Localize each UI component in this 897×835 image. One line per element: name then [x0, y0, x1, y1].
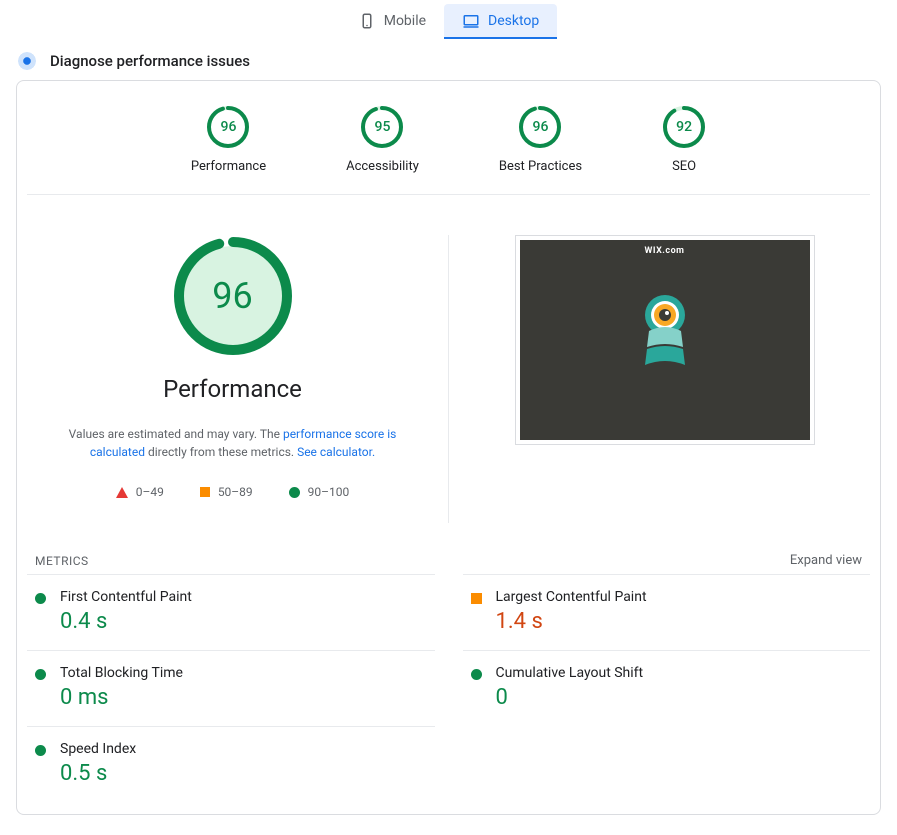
status-dot	[471, 593, 482, 604]
metric-tbt[interactable]: Total Blocking Time 0 ms	[27, 650, 435, 726]
expand-view-button[interactable]: Expand view	[790, 553, 862, 568]
gauge-seo: 92	[662, 105, 706, 149]
legend-average: 50–89	[200, 485, 253, 499]
score-summary-row: 96 Performance 95 Accessibility 96 Best …	[27, 81, 870, 195]
diagnose-title: Diagnose performance issues	[50, 52, 250, 70]
performance-description: Values are estimated and may vary. The p…	[53, 425, 413, 461]
score-performance[interactable]: 96 Performance	[191, 105, 266, 174]
pulse-icon	[18, 52, 36, 70]
legend-good: 90–100	[289, 485, 350, 499]
performance-title: Performance	[37, 375, 428, 403]
performance-detail: 96 Performance Values are estimated and …	[17, 195, 880, 543]
status-dot	[35, 593, 46, 604]
score-best-practices[interactable]: 96 Best Practices	[499, 105, 582, 174]
device-tabs: Mobile Desktop	[0, 0, 897, 38]
tab-mobile-label: Mobile	[384, 13, 426, 29]
legend-poor: 0–49	[116, 485, 164, 499]
link-see-calculator[interactable]: See calculator.	[297, 445, 375, 459]
status-dot	[471, 669, 482, 680]
keyhole-icon	[637, 295, 693, 391]
tab-mobile[interactable]: Mobile	[340, 4, 444, 38]
gauge-performance: 96	[206, 105, 250, 149]
metrics-grid: First Contentful Paint 0.4 s Largest Con…	[17, 574, 880, 802]
metric-fcp[interactable]: First Contentful Paint 0.4 s	[27, 574, 435, 650]
metric-cls[interactable]: Cumulative Layout Shift 0	[463, 650, 871, 726]
triangle-icon	[116, 487, 128, 498]
square-icon	[200, 487, 210, 497]
metric-lcp[interactable]: Largest Contentful Paint 1.4 s	[463, 574, 871, 650]
tab-desktop[interactable]: Desktop	[444, 4, 557, 38]
metrics-header: METRICS Expand view	[17, 543, 880, 574]
desktop-icon	[462, 12, 480, 30]
mobile-icon	[358, 12, 376, 30]
metric-si[interactable]: Speed Index 0.5 s	[27, 726, 435, 802]
score-seo[interactable]: 92 SEO	[662, 105, 706, 174]
diagnose-header: Diagnose performance issues	[0, 38, 897, 80]
score-accessibility[interactable]: 95 Accessibility	[346, 105, 419, 174]
gauge-accessibility: 95	[360, 105, 404, 149]
gauge-best-practices: 96	[518, 105, 562, 149]
status-dot	[35, 669, 46, 680]
gauge-performance-big: 96	[172, 235, 294, 357]
report-card: 96 Performance 95 Accessibility 96 Best …	[16, 80, 881, 815]
page-screenshot: WIX.com	[515, 235, 815, 445]
screenshot-brand: WIX.com	[645, 246, 685, 256]
tab-desktop-label: Desktop	[488, 13, 539, 29]
metrics-label: METRICS	[35, 554, 89, 568]
score-legend: 0–49 50–89 90–100	[37, 485, 428, 499]
circle-icon	[289, 487, 300, 498]
